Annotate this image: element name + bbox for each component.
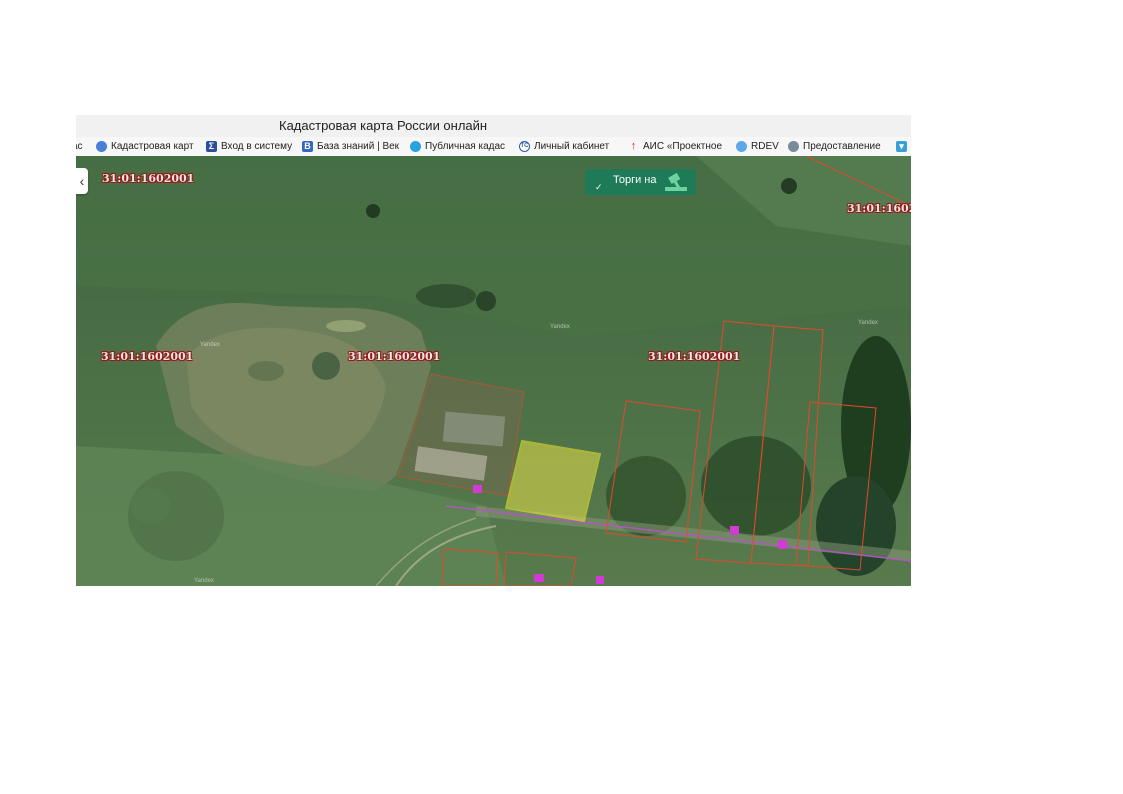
object-marker[interactable] — [730, 526, 739, 535]
public-cadastre-icon — [410, 140, 421, 152]
map-watermark: Yandex — [858, 320, 878, 326]
knowledge-base-icon: В — [302, 140, 313, 152]
auction-hammer-icon — [665, 173, 687, 191]
object-marker[interactable] — [596, 576, 604, 584]
window-title: Кадастровая карта России онлайн — [279, 118, 488, 133]
auctions-button-label: Торги на — [613, 174, 657, 186]
object-marker[interactable] — [473, 485, 482, 493]
bookmark-login[interactable]: Σ Вход в систему — [206, 139, 292, 153]
object-marker[interactable] — [778, 540, 787, 549]
selected-parcel[interactable] — [504, 439, 602, 523]
collapse-panel-button[interactable]: ‹ — [76, 168, 88, 194]
cadastral-label: 31:01:1602001 — [648, 350, 741, 363]
check-icon: ✓ — [595, 182, 603, 192]
login-icon: Σ — [206, 140, 217, 152]
cadastral-label: 31:01:16020 — [847, 202, 911, 215]
bookmark-label: База знаний | Век — [317, 140, 400, 152]
bookmark-rdev[interactable]: RDEV — [736, 139, 779, 153]
map-watermark: Yandex — [550, 324, 570, 330]
chevron-left-icon: ‹ — [79, 173, 85, 189]
cadastral-map-icon — [96, 140, 107, 152]
map-canvas — [76, 156, 911, 586]
bookmark-label: RDEV — [751, 140, 779, 152]
ais-arrow-icon: ↑ — [630, 139, 637, 152]
shield-icon: ▾ — [896, 140, 907, 152]
window-titlebar: Кадастровая карта России онлайн — [76, 115, 911, 137]
cadastral-label: 31:01:1602001 — [102, 172, 195, 185]
bookmark-label: Предоставление — [803, 140, 881, 152]
bookmark-label: Публичная кадас — [425, 140, 506, 152]
satellite-map[interactable]: ‹ 31:01:1602001 31:01:1602001 31:01:1602… — [76, 156, 911, 586]
bookmark-label: ас — [76, 140, 83, 152]
bookmark-overflow[interactable]: ▾ — [896, 139, 907, 153]
bookmark-ais[interactable]: ↑ АИС «Проектное — [628, 139, 722, 153]
bookmark-label: АИС «Проектное — [643, 140, 723, 152]
bookmark-label: Кадастровая карт — [111, 140, 194, 152]
bookmark-label: Вход в систему — [221, 140, 293, 152]
cadastral-label: 31:01:1602001 — [348, 350, 441, 363]
bookmark-public-cadastre[interactable]: Публичная кадас — [410, 139, 505, 153]
bookmark-label: Личный кабинет — [534, 140, 610, 152]
auctions-button[interactable]: ✓ Торги на — [585, 169, 696, 195]
bookmark-knowledge-base[interactable]: В База знаний | Век — [302, 139, 399, 153]
screenshot-window: Кадастровая карта России онлайн ас Кадас… — [76, 115, 911, 586]
personal-account-icon: TC — [519, 140, 530, 152]
bookmark-personal-account[interactable]: TC Личный кабинет — [519, 139, 609, 153]
object-marker[interactable] — [534, 574, 544, 582]
bookmark-item[interactable]: ас — [76, 139, 83, 153]
bookmark-cadastral-map[interactable]: Кадастровая карт — [96, 139, 194, 153]
cadastral-label: 31:01:1602001 — [101, 350, 194, 363]
map-watermark: Yandex — [194, 578, 214, 584]
bookmark-service[interactable]: Предоставление — [788, 139, 881, 153]
rdev-icon — [736, 140, 747, 152]
map-watermark: Yandex — [200, 342, 220, 348]
service-globe-icon — [788, 140, 799, 152]
bookmarks-bar: ас Кадастровая карт Σ Вход в систему В Б… — [76, 137, 911, 157]
